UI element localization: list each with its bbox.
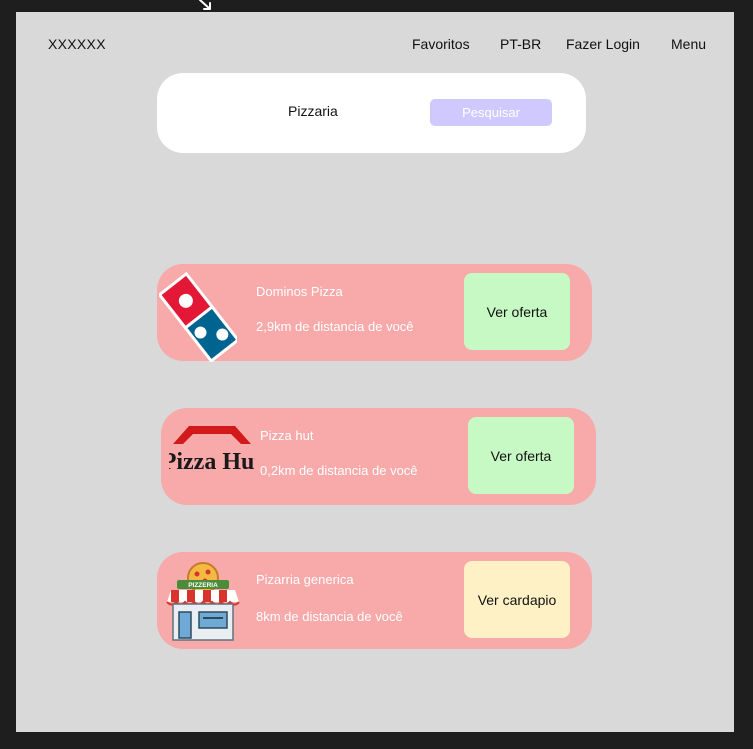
restaurant-distance: 0,2km de distancia de você	[260, 463, 418, 478]
app-frame: XXXXXX Favoritos PT-BR Fazer Login Menu …	[16, 12, 734, 732]
search-button[interactable]: Pesquisar	[430, 99, 552, 126]
pizza-hut-logo-word: Pizza Hut	[169, 449, 255, 475]
search-panel: Pizzaria Pesquisar	[157, 73, 586, 153]
site-logo[interactable]: XXXXXX	[48, 36, 106, 52]
view-menu-button[interactable]: Ver cardapio	[464, 561, 570, 638]
view-offer-button[interactable]: Ver oferta	[468, 417, 574, 494]
pizza-hut-logo-icon: Pizza Hut	[169, 426, 255, 475]
restaurant-distance: 8km de distancia de você	[256, 609, 403, 624]
search-input[interactable]: Pizzaria	[288, 103, 338, 119]
view-offer-button[interactable]: Ver oferta	[464, 273, 570, 350]
result-card-generic-pizzeria[interactable]: PIZZERIA Pizarria generica 8km de distan…	[157, 552, 592, 649]
nav-menu[interactable]: Menu	[671, 36, 706, 52]
nav-language[interactable]: PT-BR	[500, 36, 541, 52]
restaurant-name: Pizarria generica	[256, 572, 354, 587]
nav-login[interactable]: Fazer Login	[566, 36, 640, 52]
restaurant-name: Dominos Pizza	[256, 284, 343, 299]
result-card-dominos[interactable]: Dominos Pizza 2,9km de distancia de você…	[157, 264, 592, 362]
dominos-logo-icon	[159, 271, 237, 362]
restaurant-name: Pizza hut	[260, 428, 314, 443]
restaurant-distance: 2,9km de distancia de você	[256, 319, 414, 334]
nav-favorites[interactable]: Favoritos	[412, 36, 470, 52]
storefront-sign: PIZZERIA	[188, 582, 218, 589]
result-card-pizza-hut[interactable]: Pizza Hut Pizza hut 0,2km de distancia d…	[161, 408, 596, 505]
pizzeria-storefront-icon: PIZZERIA	[166, 562, 240, 641]
